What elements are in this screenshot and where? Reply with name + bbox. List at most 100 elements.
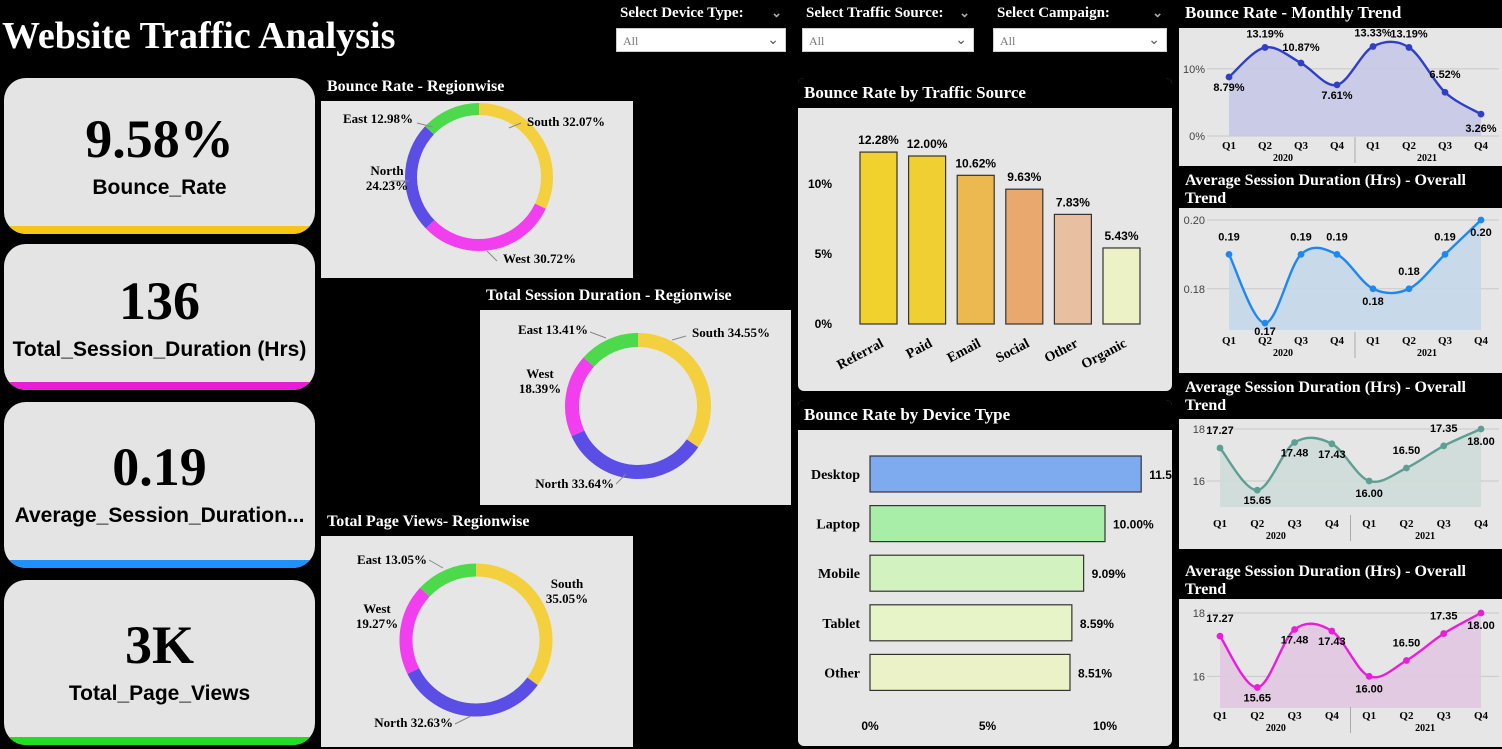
y-tick-label: 0.18: [1184, 284, 1205, 296]
data-point: [1440, 630, 1448, 637]
chevron-down-icon[interactable]: ⌄: [771, 2, 782, 24]
donut-segment-south: [637, 333, 711, 448]
x-tick-label: Q2: [1399, 710, 1414, 722]
slicer-traffic-source[interactable]: Select Traffic Source: ⌄ All ⌄: [802, 2, 974, 52]
data-point: [1225, 250, 1233, 258]
chevron-down-icon[interactable]: ⌄: [955, 29, 967, 53]
data-label: 10.87%: [1282, 42, 1320, 54]
bar-value-label: 8.59%: [1080, 617, 1114, 631]
x-tick-label: Q2: [1402, 140, 1417, 152]
trend-card-avg-session-1: Average Session Duration (Hrs) - Overall…: [1179, 170, 1502, 373]
data-label: 16.50: [1393, 638, 1421, 650]
data-label: 17.27: [1206, 613, 1234, 625]
x-tick-label: Q1: [1222, 335, 1236, 347]
bar-card-device-type: Bounce Rate by Device Type Desktop11.54%…: [798, 400, 1172, 746]
donut-label-name: North: [370, 163, 404, 178]
bar: [1053, 213, 1092, 325]
traffic-source-dropdown[interactable]: All ⌄: [802, 28, 974, 52]
bar-card-traffic-source: Bounce Rate by Traffic Source 0% 5% 10% 12.…: [798, 78, 1172, 391]
donut-label-name: West: [526, 366, 554, 381]
data-label: 18.00: [1467, 620, 1495, 632]
bar: [869, 653, 1071, 691]
bar-chart: Desktop 11.54% Laptop 10.00% Mobile 9.09% Tabl…: [811, 455, 1172, 733]
data-point: [1328, 627, 1336, 635]
slicer-device-type[interactable]: Select Device Type: ⌄ All ⌄: [616, 2, 786, 52]
donut-label: East 13.41%: [518, 322, 588, 337]
x-tick-label: Q2: [1258, 335, 1273, 347]
kpi-label: Total_Session_Duration (Hrs): [12, 338, 307, 361]
data-point: [1253, 486, 1261, 494]
data-point: [1477, 216, 1485, 224]
kpi-card-total-page-views: 3K Total_Page_Views: [4, 580, 315, 745]
dropdown-value: All: [809, 34, 825, 48]
data-label: 0.20: [1470, 227, 1491, 239]
kpi-value: 0.19: [112, 437, 207, 497]
y-category-label: Tablet: [822, 617, 860, 632]
kpi-accent-bar: [4, 382, 315, 390]
x-tick-label: Q4: [1474, 140, 1489, 152]
data-point: [1291, 626, 1298, 633]
donut-segment-west: [425, 203, 546, 251]
data-label: 17.48: [1281, 448, 1309, 460]
bar: [869, 604, 1073, 642]
x-tick-label: Q2: [1402, 335, 1417, 347]
data-point: [1365, 477, 1373, 485]
data-point: [1441, 250, 1449, 258]
data-point: [1403, 464, 1410, 472]
kpi-label: Bounce_Rate: [92, 176, 227, 199]
data-label: 17.48: [1281, 634, 1309, 646]
y-tick-label: 10%: [1183, 64, 1205, 76]
chevron-down-icon[interactable]: ⌄: [1152, 2, 1163, 24]
x-tick-label: Q2: [1250, 518, 1265, 530]
bar-value-label: 5.43%: [1104, 229, 1138, 243]
donut-leader-line: [428, 559, 444, 569]
chevron-down-icon[interactable]: ⌄: [767, 29, 779, 53]
bar: [1102, 247, 1141, 325]
area-chart: 16 18 17.27 Q1 15.65 Q2 17.48 Q3 17.43 Q4 16.00 Q1 1…: [1193, 423, 1499, 542]
data-label: 6.52%: [1429, 69, 1460, 81]
slicer-label: Select Traffic Source:: [806, 5, 944, 21]
donut-label-value: 19.27%: [356, 616, 398, 631]
data-point: [1216, 632, 1224, 640]
x-group-label: 2020: [1273, 153, 1293, 164]
data-point: [1440, 442, 1448, 450]
x-tick-label: Q3: [1438, 335, 1453, 347]
data-label: 16.50: [1393, 445, 1421, 457]
bar-value-label: 9.63%: [1007, 170, 1041, 184]
chevron-down-icon[interactable]: ⌄: [1148, 29, 1160, 53]
data-label: 16.00: [1355, 683, 1383, 695]
data-point: [1441, 88, 1449, 96]
data-point: [1328, 440, 1336, 448]
x-tick-label: Q1: [1213, 518, 1227, 530]
bar: [869, 504, 1106, 543]
donut-label: South 32.07%: [527, 114, 605, 129]
slicer-campaign[interactable]: Select Campaign: ⌄ All ⌄: [993, 2, 1167, 52]
data-point: [1253, 684, 1261, 691]
data-label: 17.27: [1206, 425, 1234, 437]
kpi-accent-bar: [4, 737, 315, 745]
kpi-label: Average_Session_Duration...: [14, 504, 305, 527]
x-tick-label: Q4: [1474, 335, 1489, 347]
device-type-dropdown[interactable]: All ⌄: [616, 28, 786, 52]
x-group-label: 2021: [1417, 348, 1437, 359]
x-tick-label: Q2: [1258, 140, 1273, 152]
donut-segment-west: [399, 587, 430, 674]
donut-chart: South 32.07% West 30.72% North24.23% East 1…: [343, 103, 605, 266]
dropdown-value: All: [1000, 34, 1016, 48]
x-tick-label: Q1: [1362, 518, 1376, 530]
y-category-label: Desktop: [811, 468, 860, 483]
donut-segment-north: [407, 668, 538, 717]
dropdown-value: All: [623, 34, 639, 48]
campaign-dropdown[interactable]: All ⌄: [993, 28, 1167, 52]
y-tick-label: 5%: [815, 247, 833, 261]
data-label: 7.61%: [1321, 90, 1352, 102]
data-label: 0.19: [1218, 231, 1239, 243]
data-point: [1369, 285, 1377, 293]
kpi-accent-bar: [4, 560, 315, 568]
data-label: 0.19: [1434, 231, 1455, 243]
chevron-down-icon[interactable]: ⌄: [959, 2, 970, 24]
x-group-label: 2020: [1273, 348, 1293, 359]
data-label: 3.26%: [1465, 123, 1496, 135]
data-label: 16.00: [1355, 488, 1383, 500]
kpi-accent-bar: [4, 226, 315, 234]
